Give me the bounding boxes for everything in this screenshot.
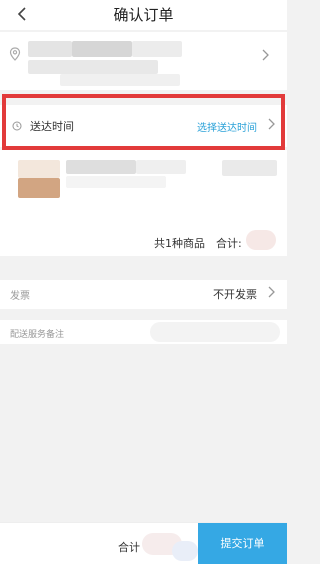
order-item-card: 共1种商品 合计:	[0, 150, 287, 256]
product-thumb-top	[18, 160, 60, 178]
remarks-redacted	[150, 322, 280, 342]
product-spec-redacted	[66, 176, 166, 188]
invoice-chevron	[267, 286, 275, 302]
delivery-remarks-row[interactable]: 配送服务备注	[0, 320, 287, 344]
subtotal-label: 合计:	[216, 237, 242, 250]
total-amount-redacted-2	[172, 541, 198, 561]
address-chevron	[261, 49, 271, 63]
product-price-redacted	[222, 160, 277, 176]
address-redacted-line-1	[28, 41, 72, 57]
highlight-box	[2, 94, 285, 150]
invoice-row[interactable]: 发票 不开发票	[0, 280, 287, 309]
checkout-bar: 合计 提交订单	[0, 522, 287, 564]
submit-order-button[interactable]: 提交订单	[198, 523, 287, 564]
location-pin-icon	[9, 47, 21, 61]
address-row[interactable]	[0, 32, 287, 90]
product-name-redacted	[66, 160, 136, 174]
chevron-right-icon	[262, 49, 269, 61]
chevron-right-icon	[268, 286, 275, 298]
subtotal-redacted	[246, 230, 276, 250]
address-redacted-line-2	[28, 60, 158, 74]
address-redacted-line-1b	[72, 41, 132, 57]
top-bar: 确认订单	[0, 0, 287, 30]
item-count: 共1种商品	[154, 237, 205, 250]
address-redacted-line-3	[60, 74, 180, 86]
product-thumb-bottom	[18, 178, 60, 198]
invoice-value: 不开发票	[213, 288, 257, 301]
address-redacted-line-1c	[132, 41, 182, 57]
delivery-remarks-label: 配送服务备注	[10, 330, 65, 340]
page-title: 确认订单	[113, 6, 174, 24]
invoice-label: 发票	[10, 291, 30, 302]
product-name-redacted-2	[136, 160, 186, 174]
total-label: 合计	[118, 541, 140, 554]
